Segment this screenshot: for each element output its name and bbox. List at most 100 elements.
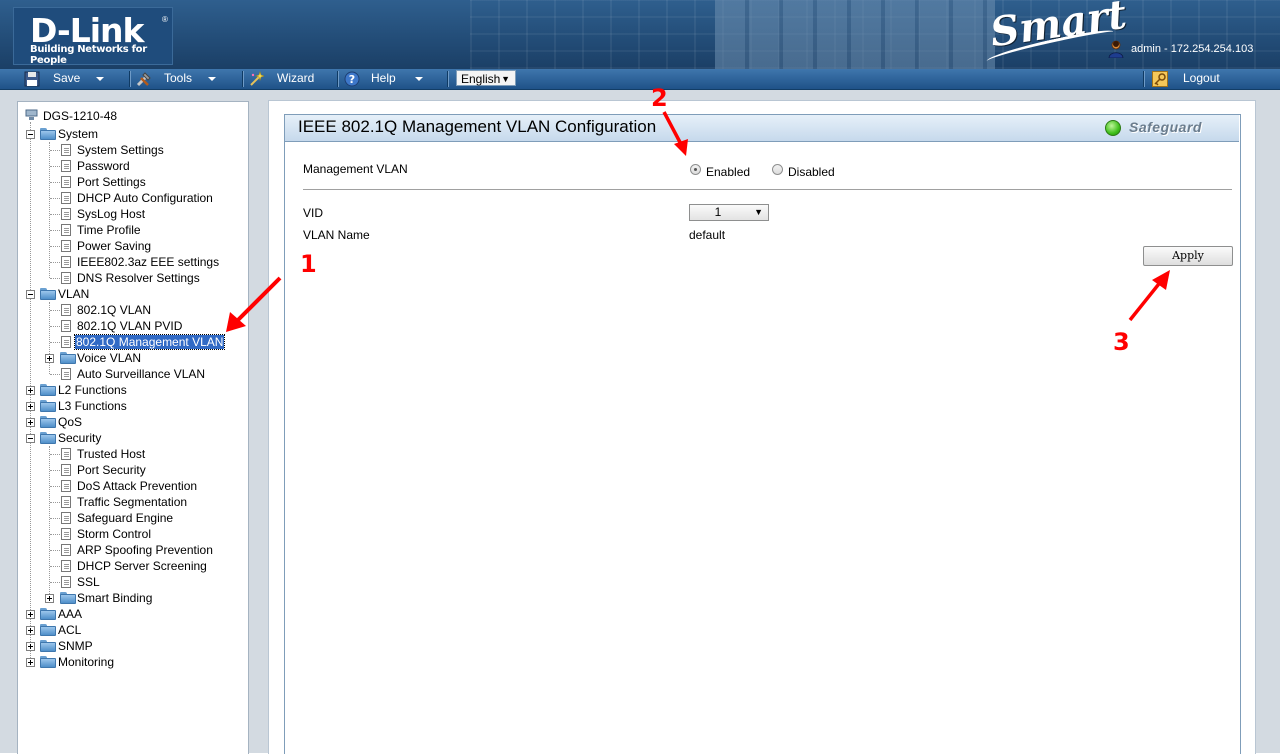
tree-connector bbox=[50, 326, 60, 327]
tree-item-dos-attack-prevention[interactable]: DoS Attack Prevention bbox=[76, 478, 198, 494]
svg-text:?: ? bbox=[349, 73, 355, 86]
tree-item-power-saving[interactable]: Power Saving bbox=[76, 238, 152, 254]
tree-item-vlan[interactable]: VLAN bbox=[57, 286, 90, 302]
expand-toggle[interactable] bbox=[26, 642, 35, 651]
tree-item-syslog-host[interactable]: SysLog Host bbox=[76, 206, 146, 222]
page-icon bbox=[61, 320, 71, 332]
tree-item-aaa[interactable]: AAA bbox=[57, 606, 83, 622]
tree-item-dhcp-auto-configuration[interactable]: DHCP Auto Configuration bbox=[76, 190, 214, 206]
save-label: Save bbox=[53, 71, 81, 85]
expand-toggle[interactable] bbox=[26, 658, 35, 667]
tree-item-system-settings[interactable]: System Settings bbox=[76, 142, 165, 158]
tools-menu[interactable]: Tools bbox=[136, 69, 236, 89]
annotation-arrow-3 bbox=[1128, 270, 1170, 322]
tree-item-time-profile[interactable]: Time Profile bbox=[76, 222, 142, 238]
tree-item-arp-spoofing-prevention[interactable]: ARP Spoofing Prevention bbox=[76, 542, 214, 558]
tree-item-safeguard-engine[interactable]: Safeguard Engine bbox=[76, 510, 174, 526]
tree-item-system[interactable]: System bbox=[57, 126, 99, 142]
collapse-toggle[interactable] bbox=[26, 290, 35, 299]
tree-item-traffic-segmentation[interactable]: Traffic Segmentation bbox=[76, 494, 188, 510]
tree-item-snmp[interactable]: SNMP bbox=[57, 638, 94, 654]
menu-separator bbox=[129, 71, 131, 87]
tree-connector bbox=[50, 502, 60, 503]
tree-item-l2-functions[interactable]: L2 Functions bbox=[57, 382, 128, 398]
tree-item-auto-surveillance-vlan[interactable]: Auto Surveillance VLAN bbox=[76, 366, 206, 382]
folder-icon bbox=[40, 656, 56, 668]
header-banner: D-Link ® Building Networks for People Sm… bbox=[0, 0, 1280, 69]
help-menu[interactable]: ? Help bbox=[344, 69, 434, 89]
expand-toggle[interactable] bbox=[26, 610, 35, 619]
page-icon bbox=[61, 448, 71, 460]
tree-item-port-security[interactable]: Port Security bbox=[76, 462, 147, 478]
folder-icon bbox=[40, 432, 56, 444]
apply-button[interactable]: Apply bbox=[1143, 246, 1233, 266]
tree-item-8021q-management-vlan[interactable]: 802.1Q Management VLAN bbox=[73, 334, 226, 350]
tree-connector bbox=[49, 302, 50, 374]
expand-toggle[interactable] bbox=[26, 418, 35, 427]
page-icon bbox=[61, 160, 71, 172]
tree-connector bbox=[49, 446, 50, 598]
tree-connector bbox=[50, 182, 60, 183]
tree-item-8021q-vlan[interactable]: 802.1Q VLAN bbox=[76, 302, 152, 318]
folder-icon bbox=[60, 592, 76, 604]
tree-item-eee-settings[interactable]: IEEE802.3az EEE settings bbox=[76, 254, 220, 270]
tree-item-security[interactable]: Security bbox=[57, 430, 102, 446]
tree-item-trusted-host[interactable]: Trusted Host bbox=[76, 446, 146, 462]
chevron-down-icon bbox=[96, 77, 104, 81]
key-icon bbox=[1152, 71, 1168, 87]
logged-in-user: admin - 172.254.254.103 bbox=[1131, 43, 1254, 55]
page-icon bbox=[61, 208, 71, 220]
tree-item-port-settings[interactable]: Port Settings bbox=[76, 174, 147, 190]
tree-item-voice-vlan[interactable]: Voice VLAN bbox=[76, 350, 142, 366]
enabled-radio-label[interactable]: Enabled bbox=[706, 165, 750, 179]
tree-item-smart-binding[interactable]: Smart Binding bbox=[76, 590, 153, 606]
tree-connector bbox=[50, 582, 60, 583]
tree-item-password[interactable]: Password bbox=[76, 158, 131, 174]
floppy-disk-icon bbox=[24, 71, 40, 87]
page-icon bbox=[61, 144, 71, 156]
annotation-arrow-2 bbox=[662, 111, 688, 156]
tree-item-qos[interactable]: QoS bbox=[57, 414, 83, 430]
wizard-wand-icon bbox=[250, 71, 264, 86]
logo-tagline: Building Networks for People bbox=[30, 44, 147, 66]
tree-item-ssl[interactable]: SSL bbox=[76, 574, 101, 590]
collapse-toggle[interactable] bbox=[26, 434, 35, 443]
collapse-toggle[interactable] bbox=[26, 130, 35, 139]
tree-item-dhcp-server-screening[interactable]: DHCP Server Screening bbox=[76, 558, 208, 574]
annotation-step-1: 1 bbox=[300, 250, 317, 278]
tree-item-l3-functions[interactable]: L3 Functions bbox=[57, 398, 128, 414]
enabled-radio[interactable] bbox=[690, 164, 701, 175]
tree-item-storm-control[interactable]: Storm Control bbox=[76, 526, 152, 542]
logout-button[interactable]: Logout bbox=[1152, 69, 1242, 89]
expand-toggle[interactable] bbox=[26, 402, 35, 411]
expand-toggle[interactable] bbox=[45, 354, 54, 363]
folder-icon bbox=[40, 416, 56, 428]
user-icon bbox=[1108, 40, 1124, 58]
tree-root[interactable]: DGS-1210-48 bbox=[42, 108, 118, 124]
save-menu[interactable]: Save bbox=[24, 69, 124, 89]
expand-toggle[interactable] bbox=[26, 386, 35, 395]
language-select[interactable]: English ▼ bbox=[456, 70, 516, 86]
disabled-radio[interactable] bbox=[772, 164, 783, 175]
tree-connector bbox=[50, 550, 60, 551]
vid-select[interactable]: 1 ▼ bbox=[689, 204, 769, 221]
wizard-menu[interactable]: Wizard bbox=[248, 69, 328, 89]
vid-label: VID bbox=[303, 206, 324, 220]
tree-item-dns-resolver-settings[interactable]: DNS Resolver Settings bbox=[76, 270, 201, 286]
switch-device-icon bbox=[25, 109, 38, 120]
menu-separator bbox=[447, 71, 449, 87]
tree-item-8021q-vlan-pvid[interactable]: 802.1Q VLAN PVID bbox=[76, 318, 183, 334]
folder-icon bbox=[40, 608, 56, 620]
page-icon bbox=[61, 304, 71, 316]
disabled-radio-label[interactable]: Disabled bbox=[788, 165, 835, 179]
tree-connector bbox=[50, 486, 60, 487]
folder-icon bbox=[40, 288, 56, 300]
folder-icon bbox=[40, 624, 56, 636]
tree-connector bbox=[50, 534, 60, 535]
page-icon bbox=[61, 560, 71, 572]
tree-item-acl[interactable]: ACL bbox=[57, 622, 82, 638]
expand-toggle[interactable] bbox=[26, 626, 35, 635]
tree-connector bbox=[50, 454, 60, 455]
tree-item-monitoring[interactable]: Monitoring bbox=[57, 654, 115, 670]
expand-toggle[interactable] bbox=[45, 594, 54, 603]
